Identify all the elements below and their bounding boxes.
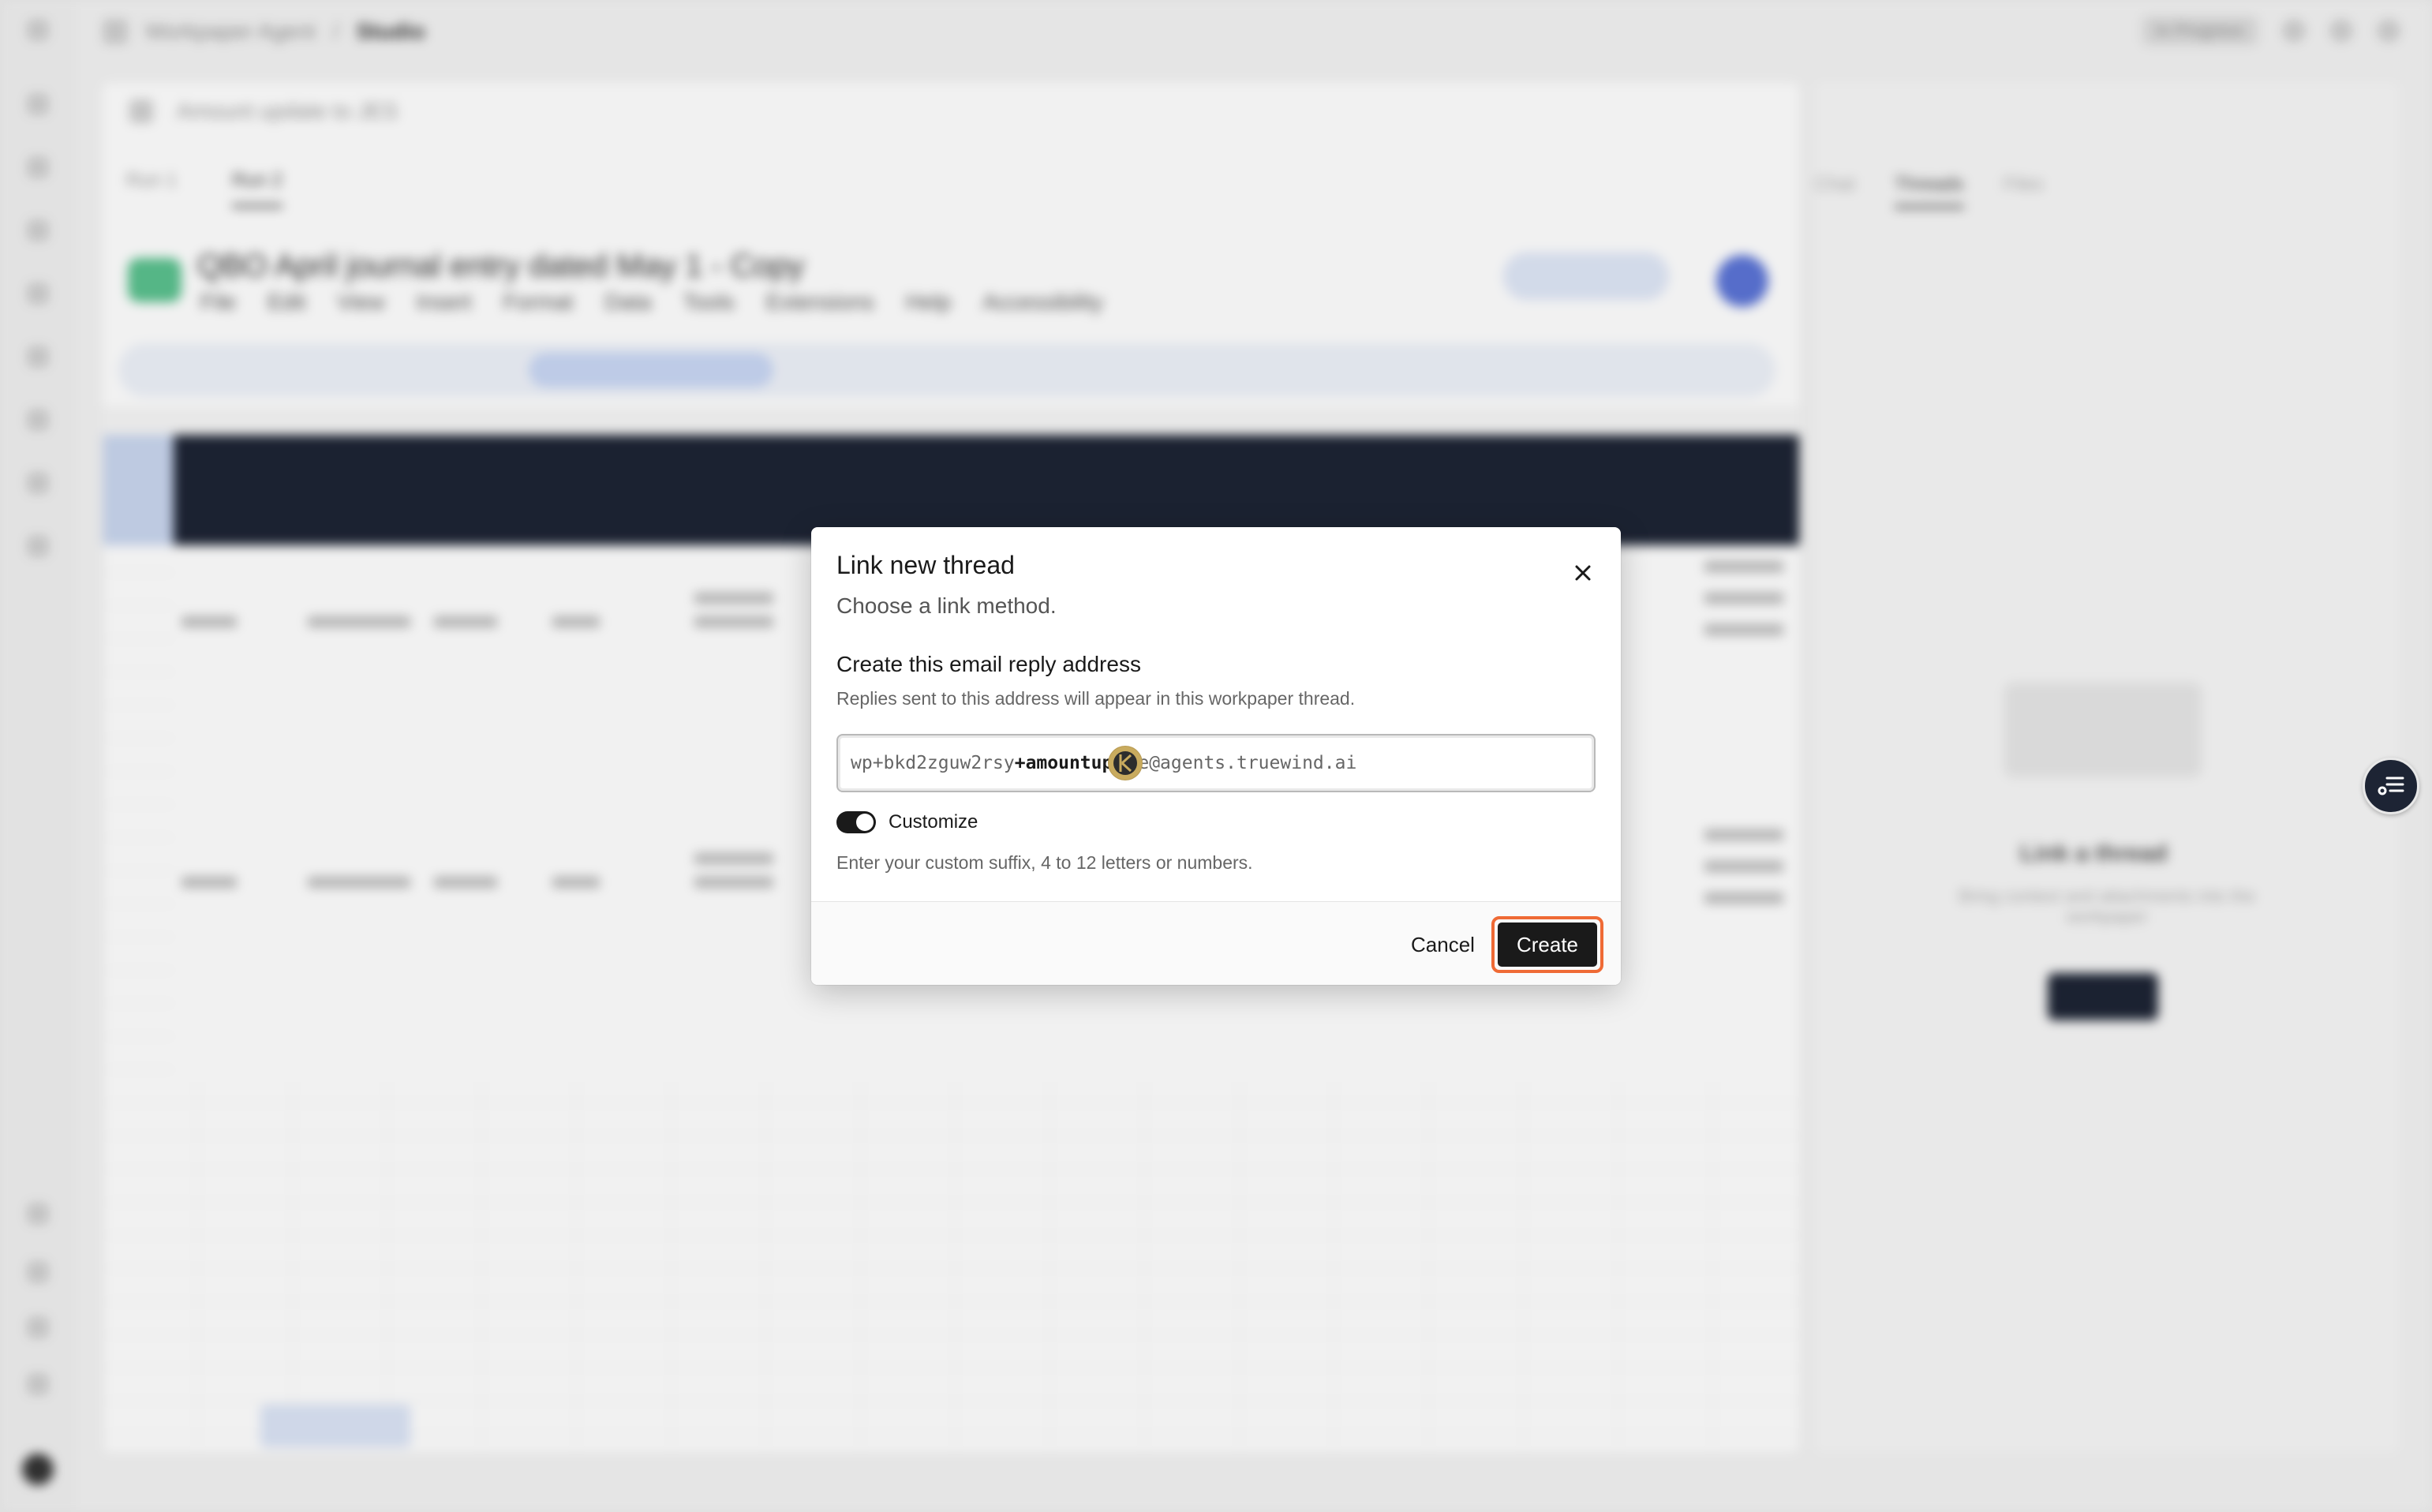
link-thread-dialog: Link new thread Choose a link method. Cr…	[811, 527, 1621, 985]
close-button[interactable]	[1566, 556, 1600, 590]
dialog-title: Link new thread	[836, 551, 1015, 579]
dialog-subtitle: Choose a link method.	[836, 593, 1057, 618]
customize-toggle[interactable]	[836, 811, 876, 833]
password-manager-icon[interactable]	[1108, 746, 1143, 780]
section-description: Replies sent to this address will appear…	[836, 688, 1356, 709]
customize-label[interactable]: Customize	[889, 811, 978, 833]
email-prefix: wp+bkd2zguw2rsy	[851, 753, 1015, 773]
dialog-footer: Cancel Create	[811, 901, 1621, 985]
toggle-knob	[856, 814, 874, 831]
email-address-field[interactable]: wp+bkd2zguw2rsy +amountup e @agents.truewi…	[836, 734, 1596, 792]
email-suffix[interactable]: +amountup	[1015, 753, 1113, 773]
floating-list-button[interactable]	[2363, 758, 2419, 814]
create-button-highlight: Create	[1491, 916, 1603, 973]
create-button[interactable]: Create	[1498, 923, 1597, 967]
list-icon	[2378, 777, 2404, 795]
email-domain: @agents.truewind.ai	[1149, 753, 1357, 773]
close-icon	[1575, 565, 1591, 581]
suffix-hint: Enter your custom suffix, 4 to 12 letter…	[836, 852, 1253, 873]
customize-row: Customize	[836, 811, 978, 833]
cancel-button[interactable]: Cancel	[1395, 923, 1491, 967]
section-title: Create this email reply address	[836, 652, 1141, 676]
